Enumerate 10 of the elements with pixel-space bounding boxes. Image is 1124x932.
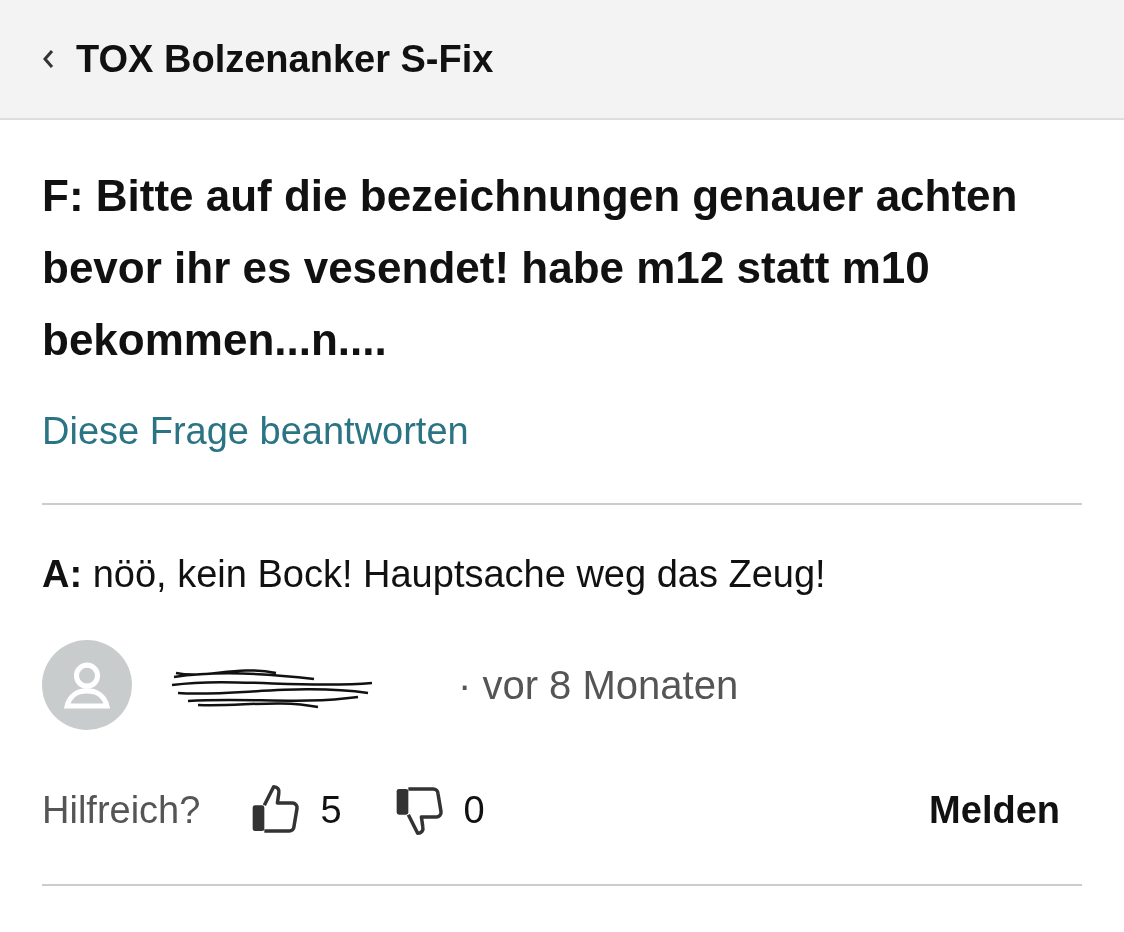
answer-text: A: nöö, kein Bock! Hauptsache weg das Zeug! [42,553,827,596]
answer-question-link[interactable]: Diese Frage beantworten [42,410,469,453]
report-link[interactable]: Melden [929,788,1060,832]
answer-time: · vor 8 Monaten [458,662,739,708]
page-title: TOX Bolzenanker S-Fix [76,37,494,81]
back-icon[interactable] [40,47,56,71]
helpful-label: Hilfreich? [42,788,201,832]
downvote-count: 0 [463,788,485,832]
question-text: F: Bitte auf die bezeichnungen genauer achten bevor ihr es vesendet! habe m12 statt m10 bekommen...n.... [42,170,1019,366]
upvote-count: 5 [320,788,342,832]
